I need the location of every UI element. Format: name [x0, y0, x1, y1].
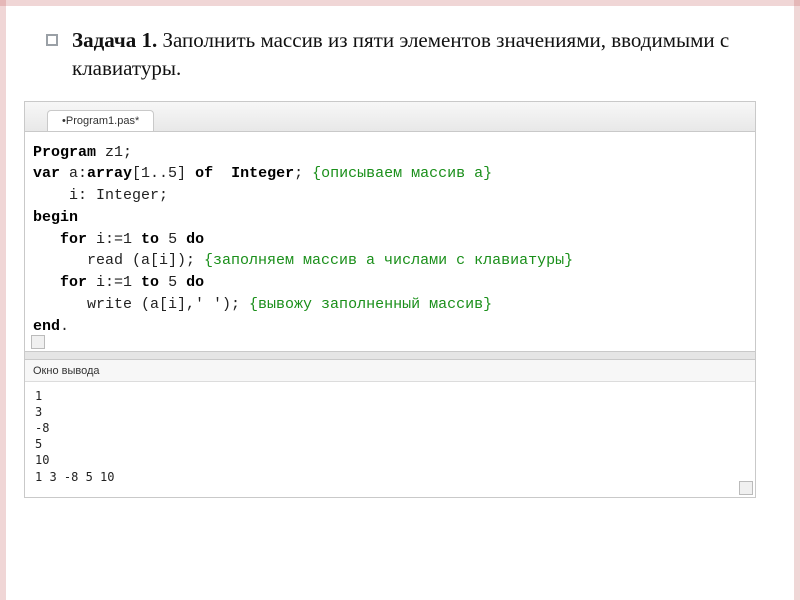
kw-for-2: for	[60, 274, 87, 291]
slide-content: Задача 1. Заполнить массив из пяти элеме…	[0, 0, 800, 508]
kw-to-2: to	[141, 274, 159, 291]
tab-strip: •Program1.pas*	[25, 102, 755, 132]
output-line: 1	[35, 388, 745, 404]
kw-for-1: for	[60, 231, 87, 248]
type-integer: Integer	[213, 165, 294, 182]
task-title: Задача 1. Заполнить массив из пяти элеме…	[72, 26, 776, 83]
scroll-left-icon[interactable]	[31, 335, 45, 349]
task-row: Задача 1. Заполнить массив из пяти элеме…	[46, 26, 776, 83]
scroll-right-icon[interactable]	[739, 481, 753, 495]
kw-of: of	[195, 165, 213, 182]
pane-separator[interactable]	[25, 352, 755, 360]
code-editor[interactable]: Program z1; var a:array[1..5] of Integer…	[25, 132, 755, 352]
ide-window: •Program1.pas* Program z1; var a:array[1…	[24, 101, 756, 498]
bullet-icon	[46, 34, 58, 46]
comment-1: {описываем массив a}	[312, 165, 492, 182]
kw-do-1: do	[186, 231, 204, 248]
output-line: 1 3 -8 5 10	[35, 469, 745, 485]
kw-to-1: to	[141, 231, 159, 248]
output-line: 3	[35, 404, 745, 420]
output-pane[interactable]: 1 3 -8 5 10 1 3 -8 5 10	[25, 382, 755, 497]
comment-2: {заполняем массив a числами с клавиатуры…	[204, 252, 573, 269]
kw-var: var	[33, 165, 60, 182]
task-text: Заполнить массив из пяти элементов значе…	[72, 28, 729, 80]
output-pane-title: Окно вывода	[25, 360, 755, 382]
kw-array: array	[87, 165, 132, 182]
kw-begin: begin	[33, 209, 78, 226]
tab-program1[interactable]: •Program1.pas*	[47, 110, 154, 131]
output-line: 10	[35, 452, 745, 468]
kw-program: Program	[33, 144, 96, 161]
task-prefix: Задача 1.	[72, 28, 157, 52]
output-line: -8	[35, 420, 745, 436]
kw-end: end	[33, 318, 60, 335]
kw-do-2: do	[186, 274, 204, 291]
output-line: 5	[35, 436, 745, 452]
comment-3: {вывожу заполненный массив}	[249, 296, 492, 313]
